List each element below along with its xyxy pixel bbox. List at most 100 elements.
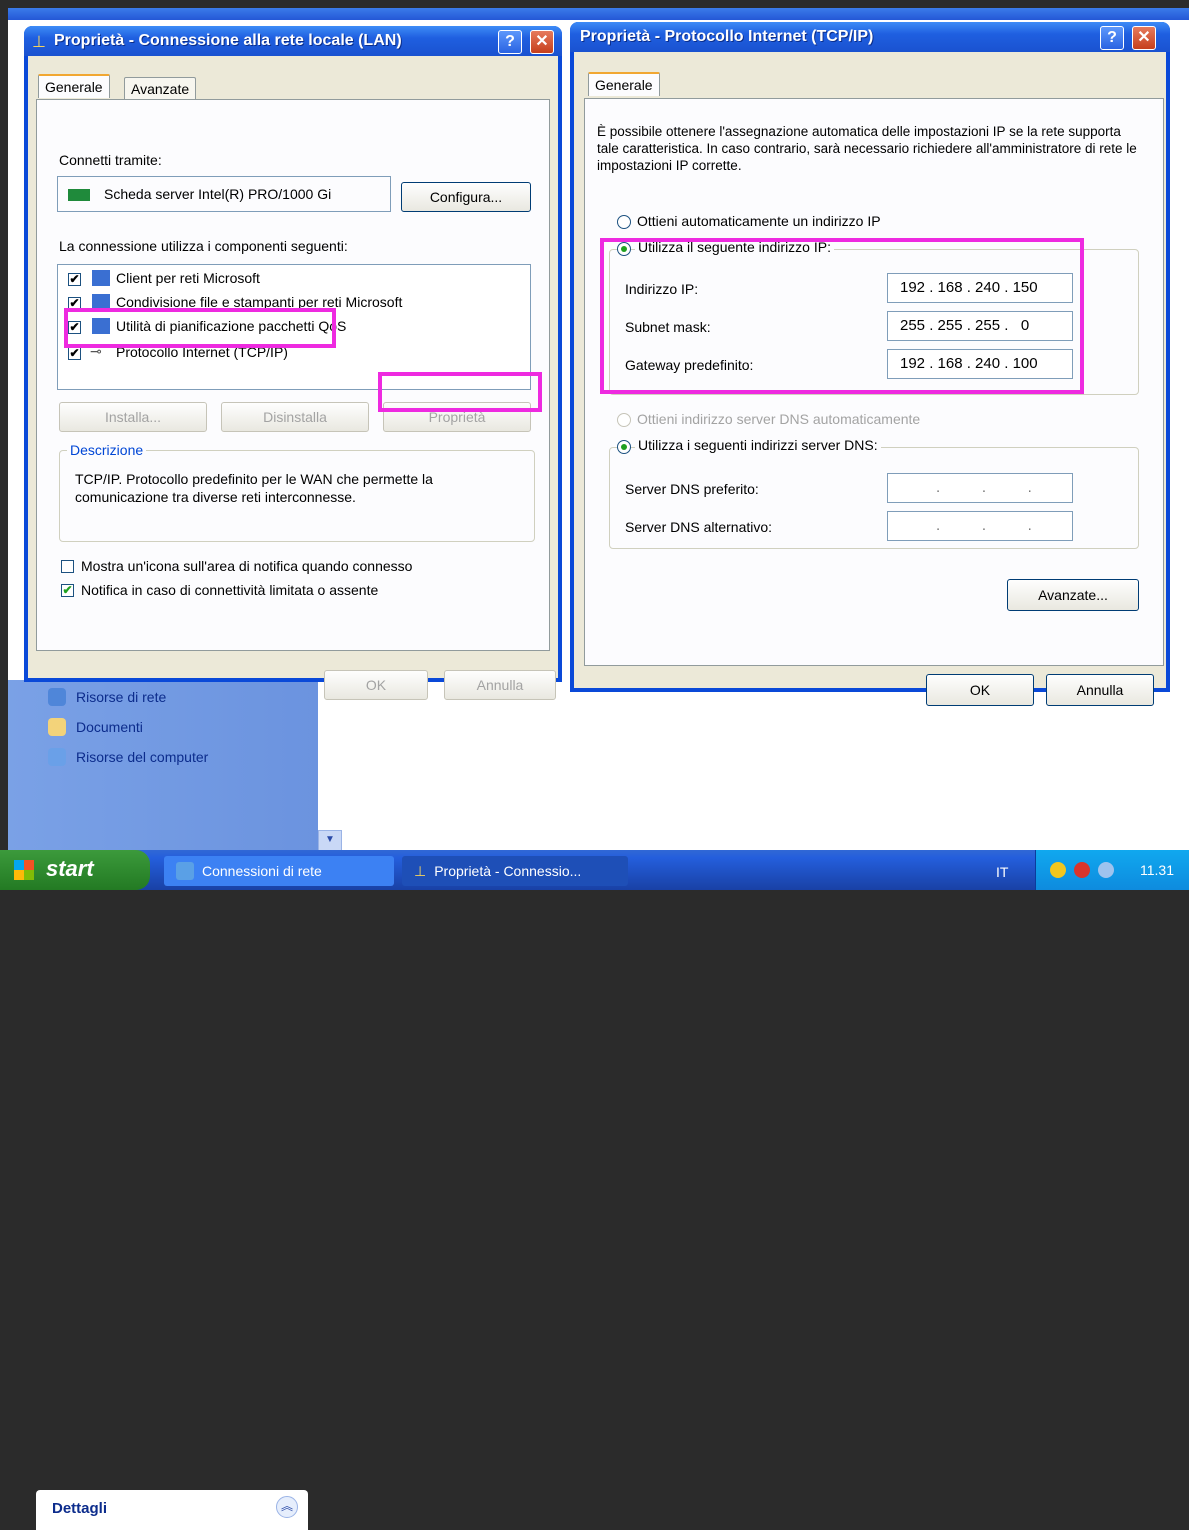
alternate-dns-label: Server DNS alternativo: (625, 519, 773, 535)
tcpip-window-body: Generale È possibile ottenere l'assegnaz… (574, 52, 1166, 706)
ip-address-value: 192 . 168 . 240 . 150 (900, 279, 1038, 296)
lan-window-body: Generale Avanzate Connetti tramite: Sche… (28, 56, 558, 700)
configure-button[interactable]: Configura... (401, 182, 531, 212)
manual-dns-label: Utilizza i seguenti indirizzi server DNS… (635, 437, 881, 453)
documents-folder-icon (48, 718, 66, 736)
advanced-button[interactable]: Avanzate... (1007, 579, 1139, 611)
task-link-network[interactable]: Risorse di rete (48, 688, 166, 706)
tab-generale[interactable]: Generale (588, 72, 660, 96)
qos-icon (92, 318, 110, 334)
cancel-button[interactable]: Annulla (444, 670, 556, 700)
lan-titlebar[interactable]: ⊥ Proprietà - Connessione alla rete loca… (24, 26, 562, 56)
gateway-label: Gateway predefinito: (625, 357, 754, 373)
tab-avanzate[interactable]: Avanzate (124, 77, 197, 100)
tab-generale[interactable]: Generale (38, 74, 110, 98)
security-alert-icon[interactable] (1074, 862, 1090, 878)
manual-dns-radio[interactable] (617, 440, 631, 454)
network-connection-icon: ⊥ (32, 34, 46, 51)
clock: 11.31 (1140, 862, 1174, 878)
show-icon-label: Mostra un'icona sull'area di notifica qu… (81, 558, 413, 574)
alternate-dns-input[interactable]: . . . (887, 511, 1073, 541)
window-title: Proprietà - Protocollo Internet (TCP/IP) (580, 28, 874, 45)
taskbar-item-label: Proprietà - Connessio... (434, 863, 582, 879)
chevron-up-icon[interactable]: ︽ (276, 1496, 298, 1518)
network-adapter-icon (68, 189, 90, 201)
notify-label: Notifica in caso di connettività limitat… (81, 582, 379, 598)
ok-button[interactable]: OK (324, 670, 428, 700)
details-title: Dettagli (52, 1500, 108, 1517)
component-checkbox[interactable]: ✔ (68, 347, 81, 360)
client-icon (92, 270, 110, 286)
network-places-icon (48, 688, 66, 706)
scrollbar-down-arrow[interactable]: ▼ (318, 830, 342, 852)
network-connections-icon (176, 862, 194, 880)
component-checkbox[interactable]: ✔ (68, 297, 81, 310)
start-button[interactable]: start (0, 850, 150, 890)
lan-properties-window: ⊥ Proprietà - Connessione alla rete loca… (24, 26, 562, 700)
auto-dns-radio[interactable] (617, 413, 631, 427)
component-label: Condivisione file e stampanti per reti M… (116, 294, 403, 310)
adapter-field: Scheda server Intel(R) PRO/1000 Gi (57, 176, 391, 212)
taskbar-item-lan-properties[interactable]: ⊥ Proprietà - Connessio... (402, 856, 628, 886)
intro-text: È possibile ottenere l'assegnazione auto… (597, 124, 1137, 173)
cancel-button[interactable]: Annulla (1046, 674, 1154, 706)
auto-ip-radio[interactable] (617, 215, 631, 229)
connect-using-label: Connetti tramite: (59, 152, 162, 168)
subnet-mask-input[interactable]: 255 . 255 . 255 . 0 (887, 311, 1073, 341)
general-tab-panel: È possibile ottenere l'assegnazione auto… (584, 98, 1164, 666)
file-sharing-icon (92, 294, 110, 310)
language-indicator[interactable]: IT (996, 864, 1008, 880)
taskbar-item-network-connections[interactable]: Connessioni di rete (164, 856, 394, 886)
task-link-label: Documenti (76, 719, 143, 735)
ip-address-input[interactable]: 192 . 168 . 240 . 150 (887, 273, 1073, 303)
tcpip-properties-window: Proprietà - Protocollo Internet (TCP/IP)… (570, 22, 1170, 706)
gateway-value: 192 . 168 . 240 . 100 (900, 355, 1038, 372)
auto-dns-label: Ottieni indirizzo server DNS automaticam… (637, 411, 921, 427)
background-titlebar (8, 8, 1189, 20)
properties-button[interactable]: Proprietà (383, 402, 531, 432)
ip-address-label: Indirizzo IP: (625, 281, 699, 297)
details-panel: Dettagli ︽ (36, 1490, 308, 1530)
manual-ip-radio[interactable] (617, 242, 631, 256)
window-title: Proprietà - Connessione alla rete locale… (54, 32, 402, 49)
tcpip-titlebar[interactable]: Proprietà - Protocollo Internet (TCP/IP)… (570, 22, 1170, 52)
uninstall-button[interactable]: Disinstalla (221, 402, 369, 432)
notify-checkbox[interactable]: ✔ (61, 584, 74, 597)
close-button[interactable]: ✕ (530, 30, 554, 54)
network-connection-icon: ⊥ (414, 862, 427, 879)
manual-ip-label: Utilizza il seguente indirizzo IP: (635, 239, 834, 255)
close-button[interactable]: ✕ (1132, 26, 1156, 50)
component-label: Protocollo Internet (TCP/IP) (116, 344, 288, 360)
network-status-icon[interactable] (1098, 862, 1114, 878)
component-label: Utilità di pianificazione pacchetti QoS (116, 318, 347, 334)
description-text: TCP/IP. Protocollo predefinito per le WA… (75, 471, 433, 505)
preferred-dns-input[interactable]: . . . (887, 473, 1073, 503)
preferred-dns-label: Server DNS preferito: (625, 481, 759, 497)
task-link-documents[interactable]: Documenti (48, 718, 143, 736)
install-button[interactable]: Installa... (59, 402, 207, 432)
gateway-input[interactable]: 192 . 168 . 240 . 100 (887, 349, 1073, 379)
preferred-dns-value: . . . (936, 479, 1032, 496)
components-label: La connessione utilizza i componenti seg… (59, 238, 348, 254)
adapter-name: Scheda server Intel(R) PRO/1000 Gi (104, 186, 332, 202)
task-link-label: Risorse di rete (76, 689, 167, 705)
system-tray: 11.31 (1035, 850, 1189, 890)
component-checkbox[interactable]: ✔ (68, 273, 81, 286)
subnet-mask-label: Subnet mask: (625, 319, 711, 335)
help-button[interactable]: ? (1100, 26, 1124, 50)
help-button[interactable]: ? (498, 30, 522, 54)
general-tab-panel: Connetti tramite: Scheda server Intel(R)… (36, 99, 550, 651)
ok-button[interactable]: OK (926, 674, 1034, 706)
component-checkbox[interactable]: ✔ (68, 321, 81, 334)
task-link-computer[interactable]: Risorse del computer (48, 748, 208, 766)
auto-ip-label: Ottieni automaticamente un indirizzo IP (637, 213, 881, 229)
subnet-mask-value: 255 . 255 . 255 . 0 (900, 317, 1030, 334)
taskbar-item-label: Connessioni di rete (202, 863, 322, 879)
show-icon-checkbox[interactable] (61, 560, 74, 573)
my-computer-icon (48, 748, 66, 766)
security-shield-icon[interactable] (1050, 862, 1066, 878)
explorer-task-pane: Risorse di rete Documenti Risorse del co… (8, 680, 318, 1530)
components-list[interactable]: ✔ Client per reti Microsoft ✔ Condivisio… (57, 264, 531, 390)
start-label: start (46, 856, 94, 881)
alternate-dns-value: . . . (936, 517, 1032, 534)
